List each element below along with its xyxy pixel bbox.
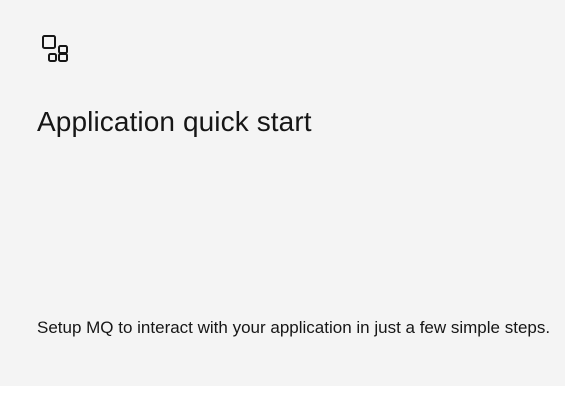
tile-description: Setup MQ to interact with your applicati…	[37, 318, 551, 337]
application-icon	[42, 35, 70, 63]
application-quick-start-tile[interactable]: Application quick start Setup MQ to inte…	[0, 0, 565, 386]
tile-title: Application quick start	[37, 106, 312, 137]
